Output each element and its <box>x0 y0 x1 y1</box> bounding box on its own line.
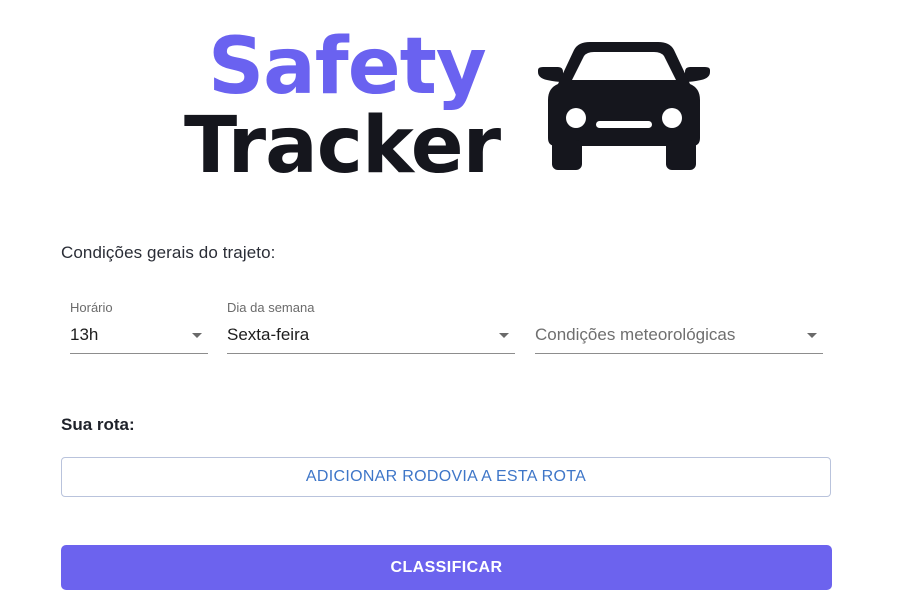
weather-select-placeholder: Condições meteorológicas <box>535 325 736 344</box>
chevron-down-icon[interactable] <box>807 333 817 338</box>
chevron-down-icon[interactable] <box>499 333 509 338</box>
logo-word-safety: Safety <box>208 22 487 112</box>
logo-word-tracker: Tracker <box>184 101 501 191</box>
weather-select[interactable]: Condições meteorológicas <box>535 300 823 354</box>
safety-tracker-form: Safety Tracker Condições gerais do traje… <box>0 0 900 600</box>
chevron-down-icon[interactable] <box>192 333 202 338</box>
weekday-select-label: Dia da semana <box>227 300 315 315</box>
conditions-heading: Condições gerais do trajeto: <box>61 243 276 262</box>
time-select-value: 13h <box>70 325 99 344</box>
route-heading: Sua rota: <box>61 415 135 434</box>
weekday-select[interactable]: Dia da semana Sexta-feira <box>227 300 515 354</box>
car-icon <box>538 42 710 170</box>
time-select[interactable]: Horário 13h <box>70 300 208 354</box>
weekday-select-value: Sexta-feira <box>227 325 310 344</box>
time-select-label: Horário <box>70 300 113 315</box>
add-highway-button[interactable]: ADICIONAR RODOVIA A ESTA ROTA <box>61 457 831 497</box>
classify-button[interactable]: CLASSIFICAR <box>61 545 832 590</box>
